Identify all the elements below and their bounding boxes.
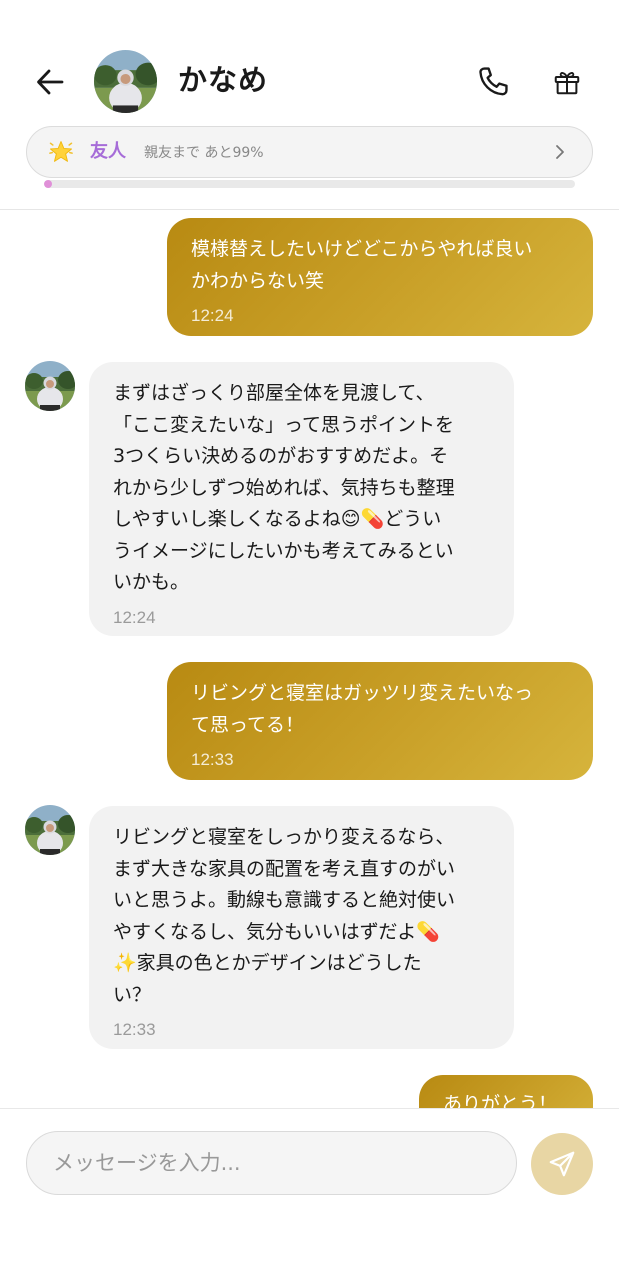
message-text: まずはざっくり部屋全体を見渡して、 「ここ変えたいな」って思うポイントを 3つく… bbox=[113, 382, 455, 593]
call-button[interactable] bbox=[470, 60, 516, 104]
arrow-left-icon bbox=[37, 69, 64, 95]
message-composer bbox=[0, 1108, 619, 1280]
message-text: リビングと寝室はガッツリ変えたいなっ て思ってる！ bbox=[191, 682, 534, 736]
message-timestamp: 12:33 bbox=[113, 1020, 156, 1039]
back-button[interactable] bbox=[30, 62, 70, 102]
message-list[interactable]: 模様替えしたいけどどこからやれば良い かわからない笑 12:24 まずはざっくり… bbox=[0, 211, 619, 1108]
friendship-level-bar[interactable]: 友人 親友まで あと99% bbox=[26, 126, 593, 178]
message-text: 模様替えしたいけどどこからやれば良い かわからない笑 bbox=[191, 238, 533, 292]
incoming-message[interactable]: リビングと寝室をしっかり変えるなら、 まず大きな家具の配置を考え直すのがい いと… bbox=[89, 806, 514, 1049]
gift-button[interactable] bbox=[545, 60, 589, 104]
send-button[interactable] bbox=[531, 1133, 593, 1195]
outgoing-message[interactable]: リビングと寝室はガッツリ変えたいなっ て思ってる！ 12:33 bbox=[167, 662, 593, 780]
contact-avatar[interactable] bbox=[94, 50, 157, 113]
incoming-message[interactable]: まずはざっくり部屋全体を見渡して、 「ここ変えたいな」って思うポイントを 3つく… bbox=[89, 362, 514, 636]
outgoing-message[interactable]: 模様替えしたいけどどこからやれば良い かわからない笑 12:24 bbox=[167, 218, 593, 336]
friendship-progress-fill bbox=[44, 180, 52, 188]
contact-avatar-small[interactable] bbox=[25, 361, 75, 411]
message-timestamp: 12:33 bbox=[191, 750, 234, 769]
contact-avatar-small[interactable] bbox=[25, 805, 75, 855]
send-icon bbox=[549, 1151, 575, 1177]
phone-icon bbox=[479, 67, 508, 96]
friendship-progress-track bbox=[44, 180, 575, 188]
chevron-right-icon bbox=[556, 145, 564, 159]
friendship-level-label: 友人 bbox=[90, 141, 126, 162]
message-timestamp: 12:24 bbox=[113, 607, 156, 627]
message-text: ありがとう！ bbox=[443, 1093, 558, 1108]
gift-icon bbox=[554, 72, 580, 95]
message-input[interactable] bbox=[26, 1131, 517, 1195]
message-timestamp: 12:24 bbox=[191, 306, 234, 325]
message-text: リビングと寝室をしっかり変えるなら、 まず大きな家具の配置を考え直すのがい いと… bbox=[113, 826, 456, 1006]
star-icon bbox=[49, 141, 73, 162]
outgoing-message[interactable]: ありがとう！ bbox=[419, 1075, 593, 1108]
contact-name: かなめ bbox=[178, 63, 269, 97]
chat-header: かなめ 友人 親友まで あと99% bbox=[0, 0, 619, 210]
friendship-progress-text: 親友まで あと99% bbox=[144, 145, 264, 161]
